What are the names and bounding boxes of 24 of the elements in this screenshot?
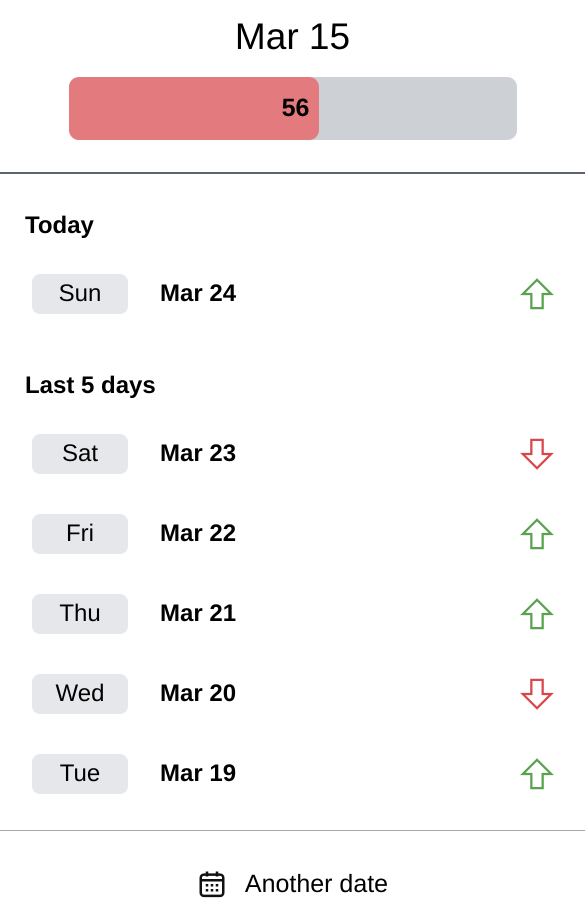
- calendar-icon: [196, 869, 227, 899]
- down-arrow-icon: [520, 437, 554, 471]
- weekday-badge: Sun: [32, 274, 128, 314]
- section-heading: Today: [24, 211, 95, 241]
- up-arrow-icon: [520, 517, 554, 551]
- weekday-badge: Thu: [32, 594, 128, 634]
- up-arrow-icon: [520, 757, 554, 791]
- section-heading: Last 5 days: [24, 371, 157, 401]
- progress-value: 56: [282, 94, 310, 123]
- day-date: Mar 20: [160, 680, 238, 708]
- day-date: Mar 21: [160, 600, 238, 628]
- weekday-badge: Wed: [32, 674, 128, 714]
- another-date-button[interactable]: Another date: [196, 869, 388, 899]
- day-date: Mar 19: [160, 760, 238, 788]
- up-arrow-icon: [520, 597, 554, 631]
- day-date: Mar 24: [160, 280, 238, 308]
- up-arrow-icon: [520, 277, 554, 311]
- date-title: Mar 15: [234, 15, 350, 59]
- day-date: Mar 23: [160, 440, 238, 468]
- down-arrow-icon: [520, 677, 554, 711]
- day-date: Mar 22: [160, 520, 238, 548]
- weekday-badge: Fri: [32, 514, 128, 554]
- weekday-badge: Sat: [32, 434, 128, 474]
- weekday-badge: Tue: [32, 754, 128, 794]
